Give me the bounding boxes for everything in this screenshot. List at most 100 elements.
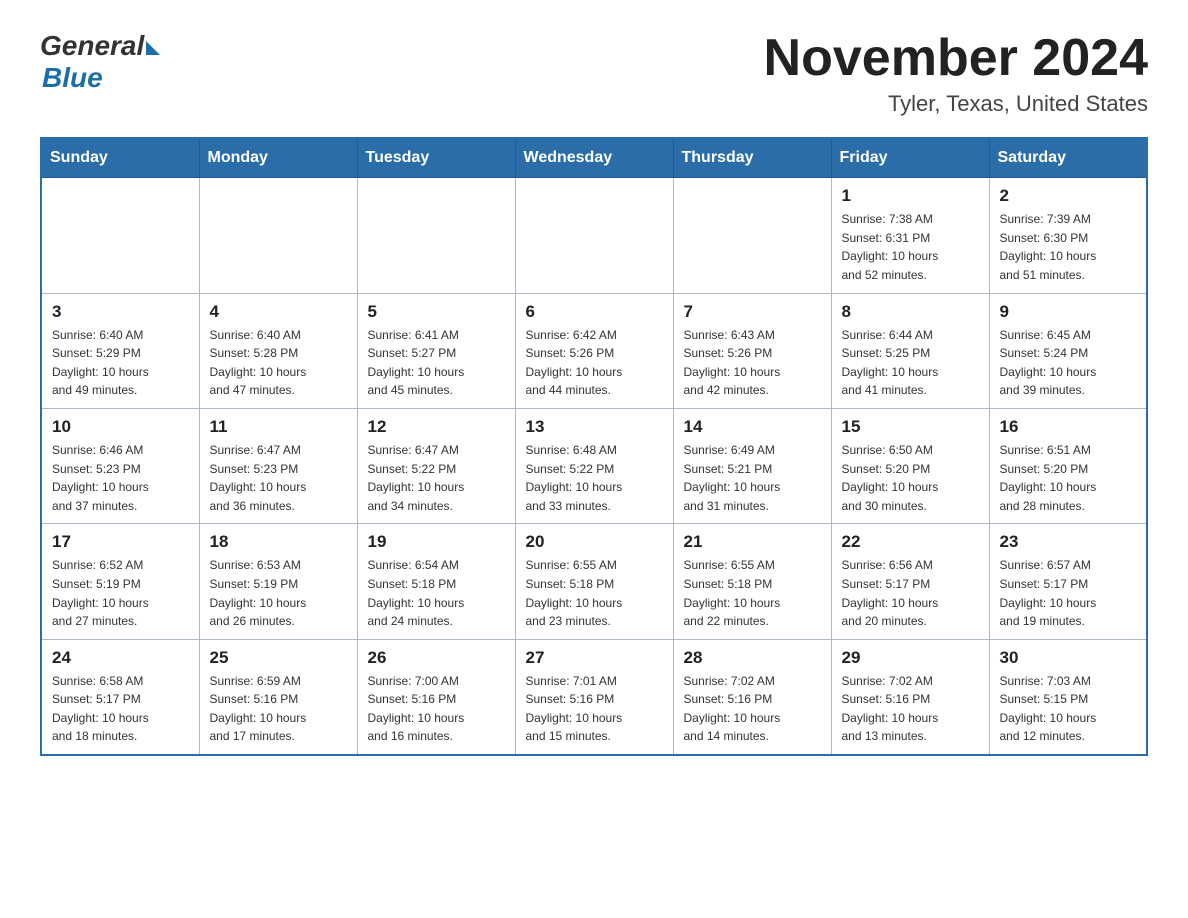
calendar-cell: 2 Sunrise: 7:39 AM Sunset: 6:30 PM Daylig…: [989, 178, 1147, 293]
day-number: 25: [210, 648, 347, 668]
location-subtitle: Tyler, Texas, United States: [764, 91, 1148, 117]
day-info: Sunrise: 6:54 AM Sunset: 5:18 PM Dayligh…: [368, 558, 465, 628]
calendar-cell: 8 Sunrise: 6:44 AM Sunset: 5:25 PM Daylig…: [831, 293, 989, 408]
day-number: 14: [684, 417, 821, 437]
calendar-cell: 4 Sunrise: 6:40 AM Sunset: 5:28 PM Daylig…: [199, 293, 357, 408]
day-info: Sunrise: 6:56 AM Sunset: 5:17 PM Dayligh…: [842, 558, 939, 628]
calendar-cell: 17 Sunrise: 6:52 AM Sunset: 5:19 PM Dayli…: [41, 524, 199, 639]
day-number: 3: [52, 302, 189, 322]
weekday-header-thursday: Thursday: [673, 138, 831, 178]
day-info: Sunrise: 6:47 AM Sunset: 5:23 PM Dayligh…: [210, 443, 307, 513]
day-info: Sunrise: 7:02 AM Sunset: 5:16 PM Dayligh…: [842, 674, 939, 744]
day-number: 26: [368, 648, 505, 668]
day-number: 20: [526, 532, 663, 552]
day-info: Sunrise: 7:01 AM Sunset: 5:16 PM Dayligh…: [526, 674, 623, 744]
day-info: Sunrise: 6:48 AM Sunset: 5:22 PM Dayligh…: [526, 443, 623, 513]
calendar-cell: 12 Sunrise: 6:47 AM Sunset: 5:22 PM Dayli…: [357, 408, 515, 523]
weekday-header-saturday: Saturday: [989, 138, 1147, 178]
calendar-cell: 16 Sunrise: 6:51 AM Sunset: 5:20 PM Dayli…: [989, 408, 1147, 523]
weekday-header-monday: Monday: [199, 138, 357, 178]
day-info: Sunrise: 6:52 AM Sunset: 5:19 PM Dayligh…: [52, 558, 149, 628]
day-number: 16: [1000, 417, 1137, 437]
day-info: Sunrise: 6:40 AM Sunset: 5:28 PM Dayligh…: [210, 328, 307, 398]
calendar-table: SundayMondayTuesdayWednesdayThursdayFrid…: [40, 137, 1148, 756]
calendar-cell: 22 Sunrise: 6:56 AM Sunset: 5:17 PM Dayli…: [831, 524, 989, 639]
calendar-week-row: 10 Sunrise: 6:46 AM Sunset: 5:23 PM Dayli…: [41, 408, 1147, 523]
day-info: Sunrise: 6:40 AM Sunset: 5:29 PM Dayligh…: [52, 328, 149, 398]
calendar-cell: 5 Sunrise: 6:41 AM Sunset: 5:27 PM Daylig…: [357, 293, 515, 408]
calendar-cell: 3 Sunrise: 6:40 AM Sunset: 5:29 PM Daylig…: [41, 293, 199, 408]
day-number: 29: [842, 648, 979, 668]
weekday-header-sunday: Sunday: [41, 138, 199, 178]
calendar-cell: [41, 178, 199, 293]
day-info: Sunrise: 6:44 AM Sunset: 5:25 PM Dayligh…: [842, 328, 939, 398]
day-info: Sunrise: 6:51 AM Sunset: 5:20 PM Dayligh…: [1000, 443, 1097, 513]
calendar-week-row: 1Sunrise: 7:38 AM Sunset: 6:31 PM Daylig…: [41, 178, 1147, 293]
day-number: 8: [842, 302, 979, 322]
calendar-cell: 25 Sunrise: 6:59 AM Sunset: 5:16 PM Dayli…: [199, 639, 357, 755]
day-number: 13: [526, 417, 663, 437]
day-number: 23: [1000, 532, 1137, 552]
calendar-cell: 9Sunrise: 6:45 AM Sunset: 5:24 PM Daylig…: [989, 293, 1147, 408]
day-info: Sunrise: 6:43 AM Sunset: 5:26 PM Dayligh…: [684, 328, 781, 398]
day-number: 4: [210, 302, 347, 322]
weekday-header-tuesday: Tuesday: [357, 138, 515, 178]
logo-general-text: General: [40, 30, 144, 62]
day-number: 2: [1000, 186, 1137, 206]
day-info: Sunrise: 6:55 AM Sunset: 5:18 PM Dayligh…: [684, 558, 781, 628]
calendar-cell: 14 Sunrise: 6:49 AM Sunset: 5:21 PM Dayli…: [673, 408, 831, 523]
calendar-cell: 13 Sunrise: 6:48 AM Sunset: 5:22 PM Dayli…: [515, 408, 673, 523]
weekday-header-friday: Friday: [831, 138, 989, 178]
calendar-week-row: 17 Sunrise: 6:52 AM Sunset: 5:19 PM Dayli…: [41, 524, 1147, 639]
day-number: 27: [526, 648, 663, 668]
day-info: Sunrise: 6:45 AM Sunset: 5:24 PM Dayligh…: [1000, 328, 1097, 398]
weekday-header-row: SundayMondayTuesdayWednesdayThursdayFrid…: [41, 138, 1147, 178]
day-info: Sunrise: 6:41 AM Sunset: 5:27 PM Dayligh…: [368, 328, 465, 398]
calendar-cell: 7 Sunrise: 6:43 AM Sunset: 5:26 PM Daylig…: [673, 293, 831, 408]
title-area: November 2024 Tyler, Texas, United State…: [764, 30, 1148, 117]
calendar-cell: [357, 178, 515, 293]
day-info: Sunrise: 6:59 AM Sunset: 5:16 PM Dayligh…: [210, 674, 307, 744]
calendar-cell: 23 Sunrise: 6:57 AM Sunset: 5:17 PM Dayli…: [989, 524, 1147, 639]
logo: General Blue: [40, 30, 160, 94]
day-number: 15: [842, 417, 979, 437]
day-number: 10: [52, 417, 189, 437]
day-info: Sunrise: 6:50 AM Sunset: 5:20 PM Dayligh…: [842, 443, 939, 513]
calendar-cell: 21 Sunrise: 6:55 AM Sunset: 5:18 PM Dayli…: [673, 524, 831, 639]
calendar-cell: 20Sunrise: 6:55 AM Sunset: 5:18 PM Dayli…: [515, 524, 673, 639]
day-number: 21: [684, 532, 821, 552]
day-number: 17: [52, 532, 189, 552]
calendar-cell: 18Sunrise: 6:53 AM Sunset: 5:19 PM Dayli…: [199, 524, 357, 639]
calendar-cell: 24Sunrise: 6:58 AM Sunset: 5:17 PM Dayli…: [41, 639, 199, 755]
day-number: 12: [368, 417, 505, 437]
day-number: 11: [210, 417, 347, 437]
calendar-cell: [515, 178, 673, 293]
day-info: Sunrise: 6:47 AM Sunset: 5:22 PM Dayligh…: [368, 443, 465, 513]
calendar-cell: [673, 178, 831, 293]
page-header: General Blue November 2024 Tyler, Texas,…: [40, 30, 1148, 117]
day-number: 28: [684, 648, 821, 668]
day-info: Sunrise: 7:38 AM Sunset: 6:31 PM Dayligh…: [842, 212, 939, 282]
calendar-cell: 10 Sunrise: 6:46 AM Sunset: 5:23 PM Dayli…: [41, 408, 199, 523]
day-number: 30: [1000, 648, 1137, 668]
day-info: Sunrise: 6:49 AM Sunset: 5:21 PM Dayligh…: [684, 443, 781, 513]
day-info: Sunrise: 6:46 AM Sunset: 5:23 PM Dayligh…: [52, 443, 149, 513]
day-number: 7: [684, 302, 821, 322]
calendar-cell: 26 Sunrise: 7:00 AM Sunset: 5:16 PM Dayli…: [357, 639, 515, 755]
day-info: Sunrise: 7:39 AM Sunset: 6:30 PM Dayligh…: [1000, 212, 1097, 282]
calendar-cell: 1Sunrise: 7:38 AM Sunset: 6:31 PM Daylig…: [831, 178, 989, 293]
day-info: Sunrise: 6:57 AM Sunset: 5:17 PM Dayligh…: [1000, 558, 1097, 628]
calendar-cell: 29 Sunrise: 7:02 AM Sunset: 5:16 PM Dayli…: [831, 639, 989, 755]
logo-arrow-icon: [146, 41, 160, 55]
day-number: 18: [210, 532, 347, 552]
calendar-week-row: 3 Sunrise: 6:40 AM Sunset: 5:29 PM Daylig…: [41, 293, 1147, 408]
calendar-cell: 19Sunrise: 6:54 AM Sunset: 5:18 PM Dayli…: [357, 524, 515, 639]
day-info: Sunrise: 7:00 AM Sunset: 5:16 PM Dayligh…: [368, 674, 465, 744]
weekday-header-wednesday: Wednesday: [515, 138, 673, 178]
day-number: 6: [526, 302, 663, 322]
day-number: 22: [842, 532, 979, 552]
day-info: Sunrise: 7:02 AM Sunset: 5:16 PM Dayligh…: [684, 674, 781, 744]
day-info: Sunrise: 7:03 AM Sunset: 5:15 PM Dayligh…: [1000, 674, 1097, 744]
day-number: 5: [368, 302, 505, 322]
calendar-cell: 27 Sunrise: 7:01 AM Sunset: 5:16 PM Dayli…: [515, 639, 673, 755]
